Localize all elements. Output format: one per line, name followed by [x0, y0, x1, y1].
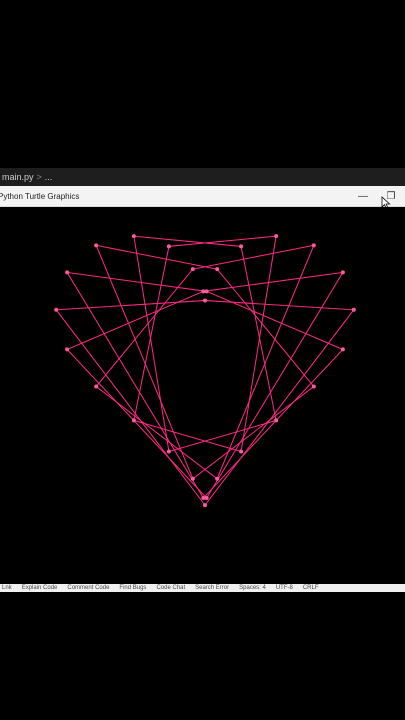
status-item[interactable]: Search Error [195, 585, 229, 591]
nail-dot [65, 270, 70, 275]
breadcrumb-file[interactable]: main.py [2, 172, 34, 182]
window-title: Python Turtle Graphics [0, 191, 80, 201]
status-item[interactable]: Lnk [2, 585, 12, 591]
turtle-window-title-bar: Python Turtle Graphics — ❐ [0, 186, 405, 207]
heart-string-art [54, 234, 356, 508]
nail-dot [94, 243, 99, 248]
nail-dot [215, 476, 220, 481]
nail-dot [274, 234, 279, 239]
string-line [168, 419, 277, 452]
chevron-right-icon: > [36, 172, 42, 182]
nail-dot [215, 267, 220, 272]
status-bar: Lnk Explain Code Comment Code Find Bugs Code… [0, 584, 405, 592]
turtle-canvas[interactable] [0, 207, 405, 585]
nail-dot [166, 244, 171, 249]
string-line [95, 386, 218, 480]
nail-dot [54, 307, 59, 312]
string-line [203, 349, 344, 499]
nail-dot [190, 476, 195, 481]
nail-dot [166, 449, 171, 454]
nail-dot [203, 503, 207, 508]
minimize-icon[interactable]: — [349, 186, 377, 206]
string-line [206, 272, 344, 499]
string-line [66, 349, 207, 499]
nail-dot [203, 298, 207, 303]
nail-dot [190, 267, 195, 272]
status-item[interactable]: Comment Code [67, 585, 109, 591]
editor-breadcrumb-bar: main.py > ... [0, 168, 405, 186]
string-line [192, 386, 315, 480]
nail-dot [311, 243, 316, 248]
nail-dot [201, 289, 206, 294]
status-item[interactable]: Explain Code [22, 585, 58, 591]
string-line [95, 245, 194, 479]
nail-dot [239, 449, 244, 454]
top-black-area [0, 0, 405, 168]
status-item[interactable]: Spaces: 4 [239, 585, 266, 591]
string-line [56, 300, 206, 311]
string-line [204, 309, 355, 506]
string-line [203, 271, 343, 292]
nail-dot [351, 307, 356, 312]
nail-dot [201, 496, 206, 501]
nail-dot [274, 418, 279, 423]
status-item[interactable]: Code Chat [156, 585, 185, 591]
string-line [96, 244, 218, 270]
nail-dot [65, 347, 70, 352]
string-line [67, 271, 207, 292]
breadcrumb-more[interactable]: ... [45, 172, 53, 182]
bottom-black-area [0, 592, 405, 720]
string-line [216, 245, 315, 479]
string-line [192, 244, 314, 270]
nail-dot [340, 270, 345, 275]
string-line [133, 246, 170, 421]
nail-dot [311, 384, 316, 389]
nail-dot [239, 244, 244, 249]
string-line [66, 272, 204, 499]
window-controls: — ❐ [349, 186, 405, 206]
nail-dot [94, 384, 99, 389]
nail-dot [131, 418, 136, 423]
nail-dot [131, 234, 136, 239]
status-item[interactable]: CRLF [303, 585, 319, 591]
nail-dot [340, 347, 345, 352]
string-line [240, 246, 277, 421]
string-line [55, 309, 206, 506]
string-line [133, 419, 242, 452]
status-item[interactable]: UTF-8 [276, 585, 293, 591]
string-line [204, 300, 354, 311]
status-item[interactable]: Find Bugs [119, 585, 146, 591]
